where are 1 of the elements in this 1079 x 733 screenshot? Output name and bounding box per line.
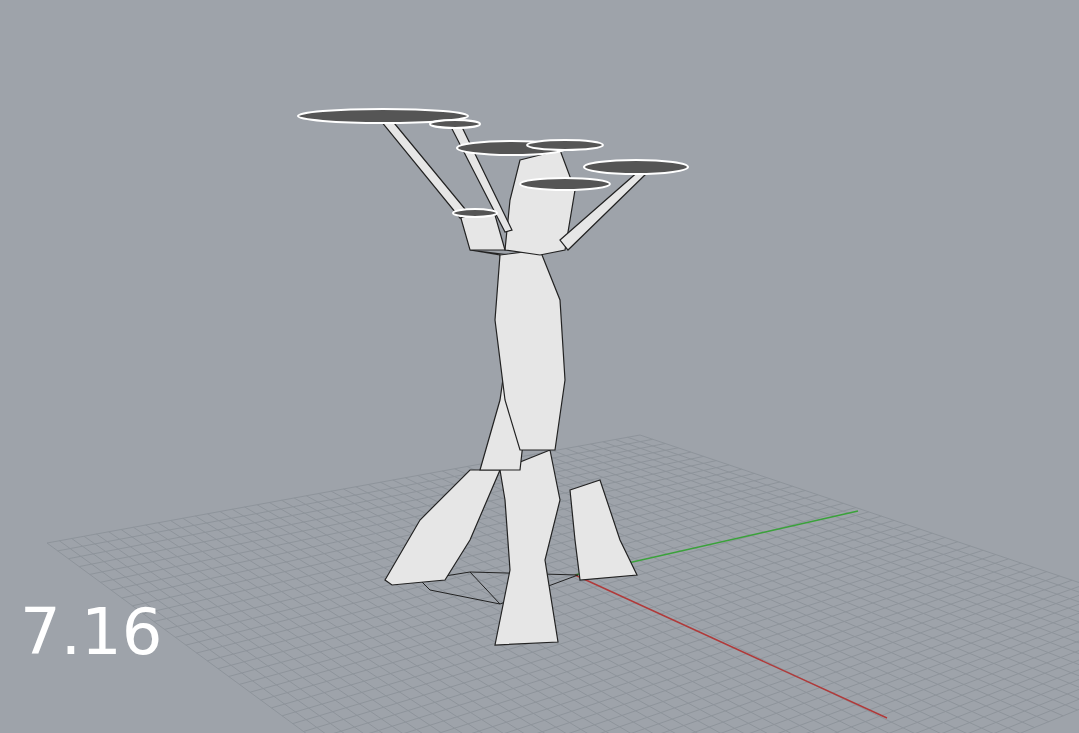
viewport-label: 7.16	[20, 600, 163, 664]
